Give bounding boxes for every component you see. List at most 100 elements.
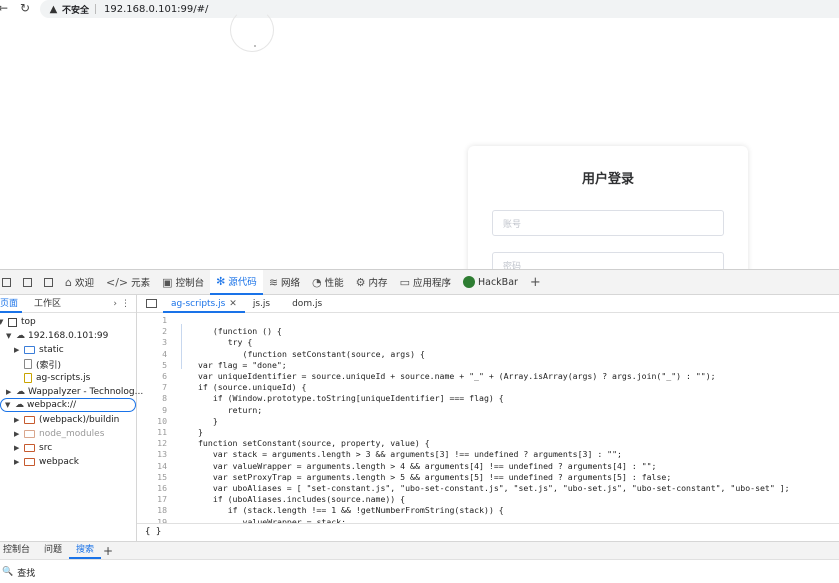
line-number[interactable]: 15 xyxy=(137,472,167,482)
code-text: if (stack.length !== 1 && !getNumberFrom… xyxy=(227,505,504,516)
tab-sources[interactable]: ✻ 源代码 xyxy=(210,269,263,295)
inspect-button[interactable] xyxy=(17,270,38,295)
line-number[interactable]: 9 xyxy=(137,405,167,415)
add-drawer-tab-icon[interactable]: + xyxy=(103,544,113,558)
line-number[interactable]: 18 xyxy=(137,505,167,515)
cloud-icon: ☁ xyxy=(16,331,25,341)
tree-item-src[interactable]: ▶ src xyxy=(14,441,52,455)
drawer-tab-issues[interactable]: 问题 xyxy=(37,542,69,559)
chevron-right-icon[interactable]: ▶ xyxy=(14,346,22,354)
line-number[interactable]: 14 xyxy=(137,461,167,471)
line-number[interactable]: 8 xyxy=(137,393,167,403)
line-number[interactable]: 2 xyxy=(137,326,167,336)
tab-network[interactable]: ≋ 网络 xyxy=(263,270,306,295)
code-line[interactable]: 11} xyxy=(137,427,839,438)
tab-elements[interactable]: </> 元素 xyxy=(100,270,156,295)
tab-hackbar[interactable]: HackBar xyxy=(457,270,524,295)
line-number[interactable]: 11 xyxy=(137,427,167,437)
line-number[interactable]: 12 xyxy=(137,438,167,448)
tab-performance[interactable]: ◔ 性能 xyxy=(306,270,350,295)
address-bar[interactable]: ▲ 不安全 192.168.0.101:99/#/ xyxy=(40,0,839,18)
tree-item-host[interactable]: ▼ ☁ 192.168.0.101:99 xyxy=(6,329,108,343)
tab-console[interactable]: ▣ 控制台 xyxy=(156,270,210,295)
code-line[interactable]: 2 (function () { xyxy=(137,326,839,337)
chevron-right-icon[interactable]: ▶ xyxy=(6,388,14,396)
tab-welcome[interactable]: ⌂ 欢迎 xyxy=(59,270,100,295)
code-line[interactable]: 4 (function setConstant(source, args) { xyxy=(137,349,839,360)
code-line[interactable]: 6 var uniqueIdentifier = source.uniqueId … xyxy=(137,371,839,382)
tab-workspace[interactable]: 工作区 xyxy=(30,295,65,313)
tree-item-wappalyzer[interactable]: ▶ ☁ Wappalyzer - Technolog... xyxy=(6,385,143,399)
chevron-down-icon[interactable]: ▼ xyxy=(0,318,6,326)
tree-item-top[interactable]: ▼ top xyxy=(0,315,36,329)
tree-item-buildin[interactable]: ▶ (webpack)/buildin xyxy=(14,413,119,427)
chevron-down-icon[interactable]: ▼ xyxy=(6,332,14,340)
editor-tab-ag-scripts[interactable]: ag-scripts.js ✕ xyxy=(163,295,245,313)
toggle-navigator-icon[interactable] xyxy=(146,299,157,308)
back-arrow-icon[interactable]: ← xyxy=(0,1,10,15)
code-line[interactable]: 8 if (Window.prototype.toString[uniqueIde… xyxy=(137,393,839,404)
more-options-icon[interactable]: ⋮ xyxy=(121,299,130,309)
editor-tab-dom[interactable]: dom.js xyxy=(284,295,330,313)
chevron-right-icon[interactable]: ▶ xyxy=(14,458,22,466)
line-number[interactable]: 6 xyxy=(137,371,167,381)
chevron-down-icon[interactable]: › xyxy=(113,299,117,309)
code-area[interactable]: 1 2 (function () {3 try {4 (function setCons… xyxy=(137,313,839,523)
code-line[interactable]: 9 return; xyxy=(137,405,839,416)
line-number[interactable]: 16 xyxy=(137,483,167,493)
chevron-right-icon[interactable]: ▶ xyxy=(14,444,22,452)
drawer-tab-search[interactable]: 搜索 xyxy=(69,542,102,559)
gauge-icon: ◔ xyxy=(312,275,322,289)
tab-application-label: 应用程序 xyxy=(412,278,451,289)
tab-application[interactable]: ▭ 应用程序 xyxy=(394,270,457,295)
line-number[interactable]: 13 xyxy=(137,449,167,459)
code-line[interactable]: 1 xyxy=(137,315,839,326)
editor-tab-js[interactable]: js.js xyxy=(245,295,278,313)
code-line[interactable]: 10} xyxy=(137,416,839,427)
tab-page[interactable]: 页面 xyxy=(0,295,23,313)
chevron-right-icon[interactable]: ▶ xyxy=(14,430,22,438)
js-file-icon xyxy=(24,373,32,383)
code-line[interactable]: 17 if (uboAliases.includes(source.name)) … xyxy=(137,494,839,505)
device-toolbar-button[interactable] xyxy=(0,270,17,295)
insecure-label[interactable]: 不安全 xyxy=(62,3,89,16)
line-number[interactable]: 17 xyxy=(137,494,167,504)
line-number[interactable]: 3 xyxy=(137,337,167,347)
code-line[interactable]: 16 var uboAliases = [ "set-constant.js", … xyxy=(137,483,839,494)
tab-memory[interactable]: ⚙ 内存 xyxy=(350,270,394,295)
tree-label: 192.168.0.101:99 xyxy=(28,331,109,341)
close-icon[interactable]: ✕ xyxy=(229,299,237,309)
code-line[interactable]: 5 var flag = "done"; xyxy=(137,360,839,371)
tree-item-webpack[interactable]: ▶ webpack xyxy=(14,455,79,469)
code-line[interactable]: 12 function setConstant(source, property,… xyxy=(137,438,839,449)
line-number[interactable]: 7 xyxy=(137,382,167,392)
chevron-right-icon[interactable]: ▶ xyxy=(14,416,22,424)
tree-item-node-modules[interactable]: ▶ node_modules xyxy=(14,427,104,441)
dock-button[interactable] xyxy=(38,270,59,295)
line-number[interactable]: 4 xyxy=(137,349,167,359)
url-text[interactable]: 192.168.0.101:99/#/ xyxy=(104,4,208,15)
code-line[interactable]: 18 if (stack.length !== 1 && !getNumberFr… xyxy=(137,505,839,516)
code-line[interactable]: 7 if (source.uniqueId) { xyxy=(137,382,839,393)
tree-item-static[interactable]: ▶ static xyxy=(14,343,64,357)
code-line[interactable]: 14 var valueWrapper = arguments.length > … xyxy=(137,461,839,472)
chevron-down-icon[interactable]: ▼ xyxy=(5,401,13,409)
code-text: var stack = arguments.length > 3 && argu… xyxy=(212,449,622,460)
tree-item-webpack-root[interactable]: ▼ ☁ webpack:// xyxy=(0,398,136,412)
account-input[interactable]: 账号 xyxy=(492,210,724,236)
tree-item-ag-scripts[interactable]: ag-scripts.js xyxy=(24,371,90,385)
pretty-print-button[interactable]: { } xyxy=(137,523,839,541)
drawer-tab-console[interactable]: 控制台 xyxy=(0,542,37,559)
search-input-label[interactable]: 查找 xyxy=(17,566,35,579)
code-line[interactable]: 15 var setProxyTrap = arguments.length > … xyxy=(137,472,839,483)
code-line[interactable]: 13 var stack = arguments.length > 3 && ar… xyxy=(137,449,839,460)
code-line[interactable]: 3 try { xyxy=(137,337,839,348)
line-number[interactable]: 1 xyxy=(137,315,167,325)
line-number[interactable]: 10 xyxy=(137,416,167,426)
more-tools-button[interactable]: + xyxy=(524,270,550,295)
reload-icon[interactable]: ↻ xyxy=(18,1,32,15)
warning-icon[interactable]: ▲ xyxy=(48,4,59,15)
tree-item-index[interactable]: (索引) xyxy=(24,357,61,371)
line-number[interactable]: 5 xyxy=(137,360,167,370)
tab-hackbar-label: HackBar xyxy=(477,276,518,288)
